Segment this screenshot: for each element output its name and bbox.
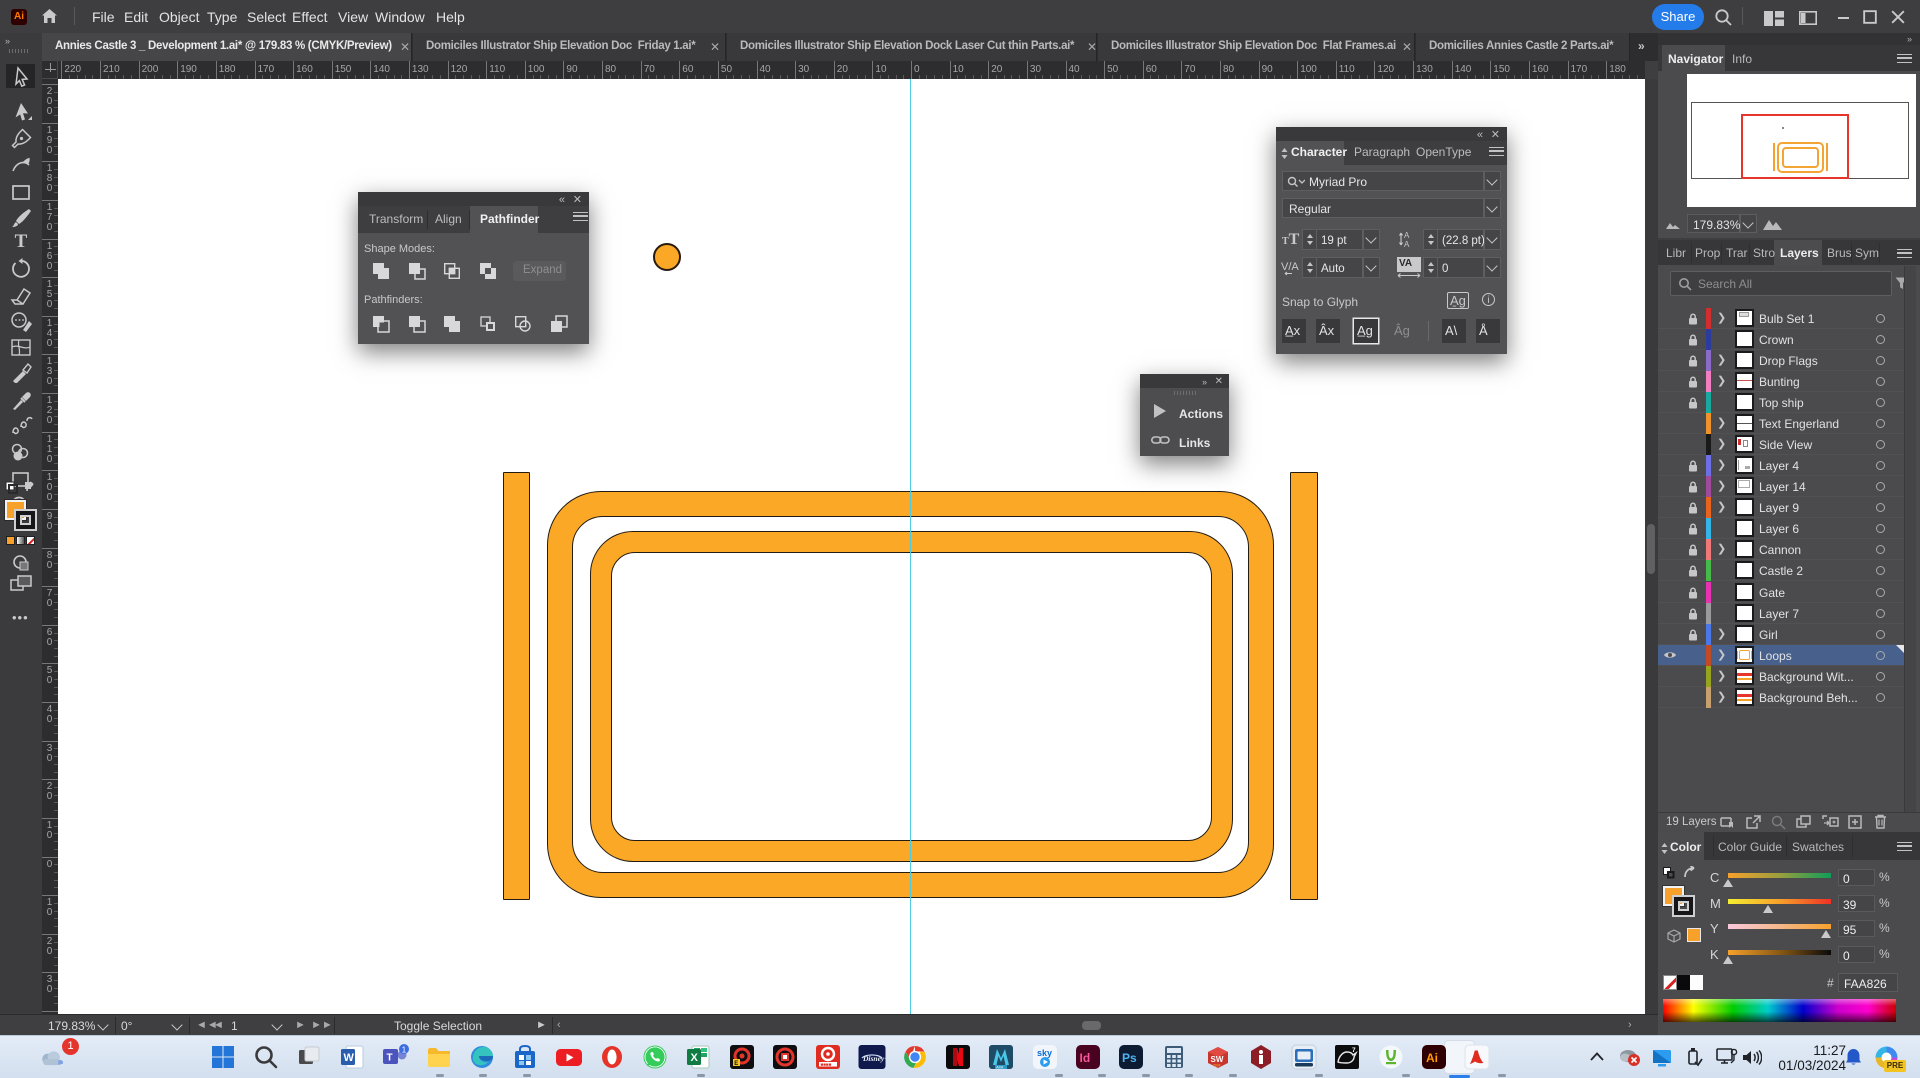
svg-text:AXA: AXA [996, 1065, 1004, 1069]
svg-text:sky: sky [1037, 1048, 1052, 1058]
svg-text:Id: Id [1079, 1051, 1090, 1065]
svg-text:■■■■: ■■■■ [821, 1062, 832, 1067]
svg-text:2024: 2024 [1213, 1064, 1221, 1068]
svg-text:W: W [344, 1052, 355, 1064]
svg-text:Disney+: Disney+ [862, 1054, 886, 1063]
svg-text:E: E [734, 1061, 738, 1067]
svg-text:V/A: V/A [1281, 261, 1299, 273]
svg-text:T: T [386, 1053, 392, 1064]
svg-text:A: A [1404, 240, 1410, 248]
svg-text:7: 7 [1352, 1047, 1356, 1054]
svg-text:X: X [691, 1052, 699, 1064]
svg-text:Ps: Ps [1122, 1051, 1137, 1065]
svg-text:A: A [1404, 231, 1410, 240]
svg-text:1: 1 [401, 1045, 406, 1054]
svg-text:Ai: Ai [1426, 1051, 1438, 1065]
